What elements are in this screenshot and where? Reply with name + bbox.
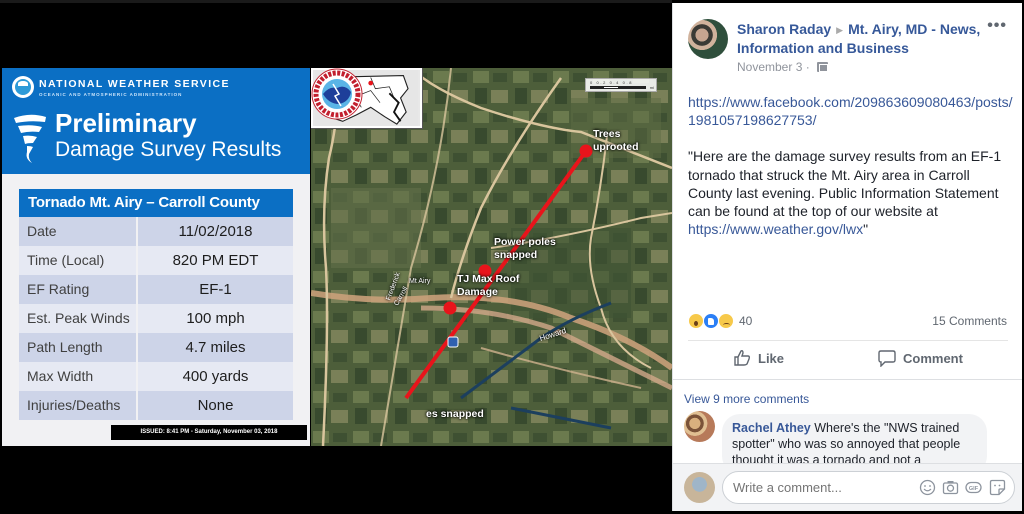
commenter-avatar[interactable] — [684, 411, 715, 442]
wow-reaction-icon — [688, 313, 704, 329]
row-label: EF Rating — [19, 275, 136, 304]
post-body: https://www.facebook.com/209863609080463… — [688, 93, 1013, 256]
table-row: Max Width 400 yards — [19, 362, 293, 391]
reaction-count: 40 — [739, 314, 753, 328]
current-user-avatar — [684, 472, 715, 503]
post-meta: November 3 · — [737, 60, 829, 74]
survey-table: Tornado Mt. Airy – Carroll County Date 1… — [19, 189, 293, 420]
comment-composer: GIF — [673, 463, 1022, 511]
gif-icon[interactable]: GIF — [965, 479, 982, 496]
tornado-icon — [14, 114, 46, 163]
row-label: Time (Local) — [19, 246, 136, 275]
scale-unit: mi — [649, 85, 654, 90]
table-title: Tornado Mt. Airy – Carroll County — [19, 189, 293, 217]
post-url-link[interactable]: https://www.facebook.com/209863609080463… — [688, 94, 1013, 128]
arrow-right-icon: ▶ — [836, 25, 844, 35]
comment-button[interactable]: Comment — [878, 346, 963, 370]
org-name: NATIONAL WEATHER SERVICE — [39, 78, 230, 90]
label-poles-snapped-bottom: es snapped — [426, 408, 484, 420]
post-header: Sharon Raday ▶ Mt. Airy, MD - News, Inform… — [737, 20, 982, 57]
issued-timestamp: ISSUED: 8:41 PM - Saturday, November 03,… — [111, 425, 307, 440]
camera-icon[interactable] — [942, 479, 959, 496]
row-label: Injuries/Deaths — [19, 391, 136, 420]
row-value: 11/02/2018 — [138, 217, 293, 246]
row-value: 4.7 miles — [138, 333, 293, 362]
row-label: Date — [19, 217, 136, 246]
scale-ticks: 0 0.2 0.4 0.8 — [590, 80, 634, 85]
nws-seal-icon — [311, 68, 363, 120]
map-scale-bar: 0 0.2 0.4 0.8 mi — [585, 78, 657, 92]
row-label: Path Length — [19, 333, 136, 362]
slide-header: NATIONAL WEATHER SERVICE OCEANIC AND ATM… — [2, 68, 310, 174]
comment-author-link[interactable]: Rachel Athey — [732, 421, 811, 435]
comment-label: Comment — [903, 350, 963, 366]
row-value: 100 mph — [138, 304, 293, 333]
facebook-post: Sharon Raday ▶ Mt. Airy, MD - News, Inform… — [672, 3, 1022, 511]
table-row: Time (Local) 820 PM EDT — [19, 246, 293, 275]
slide-subtitle: Damage Survey Results — [55, 138, 282, 161]
label-tj-max: TJ Max Roof Damage — [457, 273, 520, 298]
post-text: "Here are the damage survey results from… — [688, 147, 1013, 238]
image-viewer: NATIONAL WEATHER SERVICE OCEANIC AND ATM… — [0, 0, 672, 514]
row-value: 400 yards — [138, 362, 293, 391]
table-row: Injuries/Deaths None — [19, 391, 293, 420]
reactions-summary[interactable]: 40 — [688, 312, 752, 330]
like-label: Like — [758, 350, 785, 366]
svg-text:GIF: GIF — [969, 486, 979, 492]
row-label: Est. Peak Winds — [19, 304, 136, 333]
sad-reaction-icon — [718, 313, 734, 329]
author-name-link[interactable]: Sharon Raday — [737, 21, 831, 37]
sticker-icon[interactable] — [989, 479, 1006, 496]
view-more-comments-link[interactable]: View 9 more comments — [684, 392, 809, 406]
divider — [673, 379, 1022, 380]
damage-survey-slide: NATIONAL WEATHER SERVICE OCEANIC AND ATM… — [2, 68, 310, 446]
divider — [688, 340, 1008, 341]
viewer-top-edge — [0, 0, 672, 3]
like-button[interactable]: Like — [733, 346, 784, 370]
post-text-body: "Here are the damage survey results from… — [688, 148, 1002, 220]
meta-separator: · — [805, 60, 810, 74]
thumbs-up-icon — [734, 350, 751, 366]
damage-point-tj-max — [443, 301, 457, 315]
damage-point-trees — [579, 144, 593, 158]
label-mt-airy: Mt Airy — [409, 278, 431, 285]
post-date-link[interactable]: November 3 — [737, 60, 802, 74]
comment-bubble-icon — [878, 350, 896, 367]
row-value: None — [138, 391, 293, 420]
slide-title: Preliminary — [55, 108, 197, 138]
url-line-2: 1981057198627753/ — [688, 112, 817, 129]
label-power-poles: Power poles snapped — [494, 236, 556, 261]
row-label: Max Width — [19, 362, 136, 391]
author-avatar[interactable] — [688, 19, 728, 59]
emoji-icon[interactable] — [919, 479, 936, 496]
like-reaction-icon — [703, 313, 719, 329]
org-subtitle: OCEANIC AND ATMOSPHERIC ADMINISTRATION — [39, 92, 183, 97]
post-options-button[interactable]: ••• — [987, 17, 1007, 35]
tornado-track-map: Trees uprooted Power poles snapped TJ Ma… — [311, 68, 672, 446]
table-row: EF Rating EF-1 — [19, 275, 293, 304]
comment-count-link[interactable]: 15 Comments — [932, 314, 1007, 328]
table-row: Path Length 4.7 miles — [19, 333, 293, 362]
post-text-end: " — [863, 221, 869, 238]
row-value: 820 PM EDT — [138, 246, 293, 275]
url-line-1: https://www.facebook.com/209863609080463… — [688, 94, 1013, 110]
table-row: Date 11/02/2018 — [19, 217, 293, 246]
row-value: EF-1 — [138, 275, 293, 304]
audience-icon[interactable] — [817, 62, 829, 72]
table-row: Est. Peak Winds 100 mph — [19, 304, 293, 333]
weather-gov-link[interactable]: https://www.weather.gov/lwx — [688, 221, 863, 237]
noaa-logo-icon — [12, 76, 34, 98]
label-trees-uprooted: Trees uprooted — [593, 128, 639, 153]
